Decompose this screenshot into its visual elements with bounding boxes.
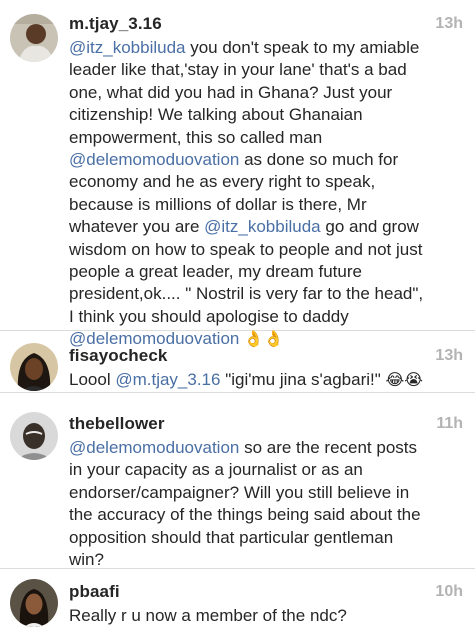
- avatar[interactable]: [10, 412, 58, 460]
- mention-link[interactable]: @m.tjay_3.16: [115, 370, 220, 389]
- comment-text-fragment: opposition should that particular gentle…: [69, 527, 394, 547]
- comment-text-fragment: Really r u now a member of the ndc?: [69, 606, 347, 625]
- mention-link[interactable]: @itz_kobbiluda: [204, 217, 321, 236]
- comment-line: Loool @m.tjay_3.16 "igi'mu jina s'agbari…: [69, 369, 465, 392]
- comment-text-fragment: citizenship! We talking about Ghanaian: [69, 105, 363, 125]
- avatar[interactable]: [10, 343, 58, 391]
- comment-line: wisdom on how to speak to people and not…: [69, 239, 465, 261]
- comment-item: m.tjay_3.16 13h @itz_kobbiluda you don't…: [0, 0, 475, 348]
- comment-item: fisayocheck 13h Loool @m.tjay_3.16 "igi'…: [0, 330, 475, 393]
- comment-text-fragment: win?: [69, 550, 104, 570]
- comment-timestamp: 10h: [435, 583, 463, 600]
- comment-line: I think you should apologise to daddy: [69, 306, 465, 328]
- comment-line: president,ok.... " Nostril is very far t…: [69, 283, 465, 305]
- comment-line: the accuracy of the things being said ab…: [69, 504, 465, 526]
- comment-text-fragment: the accuracy of the things being said ab…: [69, 505, 421, 525]
- comment-text-fragment: I think you should apologise to daddy: [69, 306, 349, 326]
- comment-text-fragment: so are the recent posts: [239, 438, 418, 457]
- comment-username[interactable]: pbaafi: [69, 582, 120, 602]
- comment-line: leader like that,'stay in your lane' tha…: [69, 59, 465, 81]
- comment-text-fragment: endorser/campaigner? Will you still beli…: [69, 482, 410, 502]
- comment-timestamp: 13h: [435, 347, 463, 364]
- comment-text: @itz_kobbiluda you don't speak to my ami…: [69, 37, 465, 352]
- comment-text-fragment: wisdom on how to speak to people and not…: [69, 239, 423, 259]
- avatar[interactable]: [10, 579, 58, 627]
- comment-line: economy and he as every right to speak,: [69, 171, 465, 193]
- comment-timestamp: 11h: [436, 415, 463, 432]
- comment-text-fragment: leader like that,'stay in your lane' tha…: [69, 60, 407, 80]
- comment-line: people a great leader, my dream future: [69, 261, 465, 283]
- comment-line: @delemomoduovation so are the recent pos…: [69, 437, 465, 459]
- comment-text-fragment: you don't speak to my amiable: [185, 38, 420, 57]
- comment-text-fragment: because is millions of dollar is there, …: [69, 194, 367, 214]
- comment-text-fragment: people a great leader, my dream future: [69, 262, 362, 282]
- comment-line: @delemomoduovation as done so much for: [69, 149, 465, 171]
- comment-text-fragment: economy and he as every right to speak,: [69, 172, 376, 192]
- mention-link[interactable]: @itz_kobbiluda: [69, 38, 186, 57]
- comment-text-fragment: empowerment, this so called man: [69, 127, 323, 147]
- comment-text-fragment: one, what did you had in Ghana? Just you…: [69, 82, 393, 102]
- avatar[interactable]: [10, 14, 58, 62]
- comment-text-fragment: Loool: [69, 370, 116, 389]
- comment-text-fragment: in your capacity as a journalist or as a…: [69, 460, 363, 480]
- comment-line: because is millions of dollar is there, …: [69, 194, 465, 216]
- comment-line: endorser/campaigner? Will you still beli…: [69, 482, 465, 504]
- comment-text-fragment: go and grow: [320, 217, 419, 237]
- comment-text-fragment: as done so much for: [239, 150, 399, 170]
- comment-username[interactable]: m.tjay_3.16: [69, 14, 162, 34]
- comment-line: empowerment, this so called man: [69, 127, 465, 149]
- mention-link[interactable]: @delemomoduovation: [69, 150, 239, 169]
- comment-item: thebellower 11h @delemomoduovation so ar…: [0, 392, 475, 569]
- comment-username[interactable]: fisayocheck: [69, 346, 167, 366]
- mention-link[interactable]: @delemomoduovation: [69, 438, 239, 457]
- comment-item: pbaafi 10h Really r u now a member of th…: [0, 568, 475, 640]
- comment-text-fragment: president,ok.... " Nostril is very far t…: [69, 284, 424, 304]
- comment-line: one, what did you had in Ghana? Just you…: [69, 82, 465, 104]
- comment-username[interactable]: thebellower: [69, 414, 165, 434]
- comment-text: @delemomoduovation so are the recent pos…: [69, 437, 465, 571]
- comment-text: Really r u now a member of the ndc?: [69, 605, 465, 627]
- emoji: 😂😭: [385, 372, 423, 389]
- comment-timestamp: 13h: [435, 15, 463, 32]
- comment-line: whatever you are @itz_kobbiluda go and g…: [69, 216, 465, 238]
- comment-text-fragment: "igi'mu jina s'agbari!": [220, 370, 386, 389]
- comment-line: @itz_kobbiluda you don't speak to my ami…: [69, 37, 465, 59]
- comment-text-fragment: whatever you are: [69, 217, 205, 237]
- comment-text: Loool @m.tjay_3.16 "igi'mu jina s'agbari…: [69, 369, 465, 392]
- comment-line: opposition should that particular gentle…: [69, 527, 465, 549]
- comment-line: Really r u now a member of the ndc?: [69, 605, 465, 627]
- comment-line: citizenship! We talking about Ghanaian: [69, 104, 465, 126]
- comment-line: in your capacity as a journalist or as a…: [69, 459, 465, 481]
